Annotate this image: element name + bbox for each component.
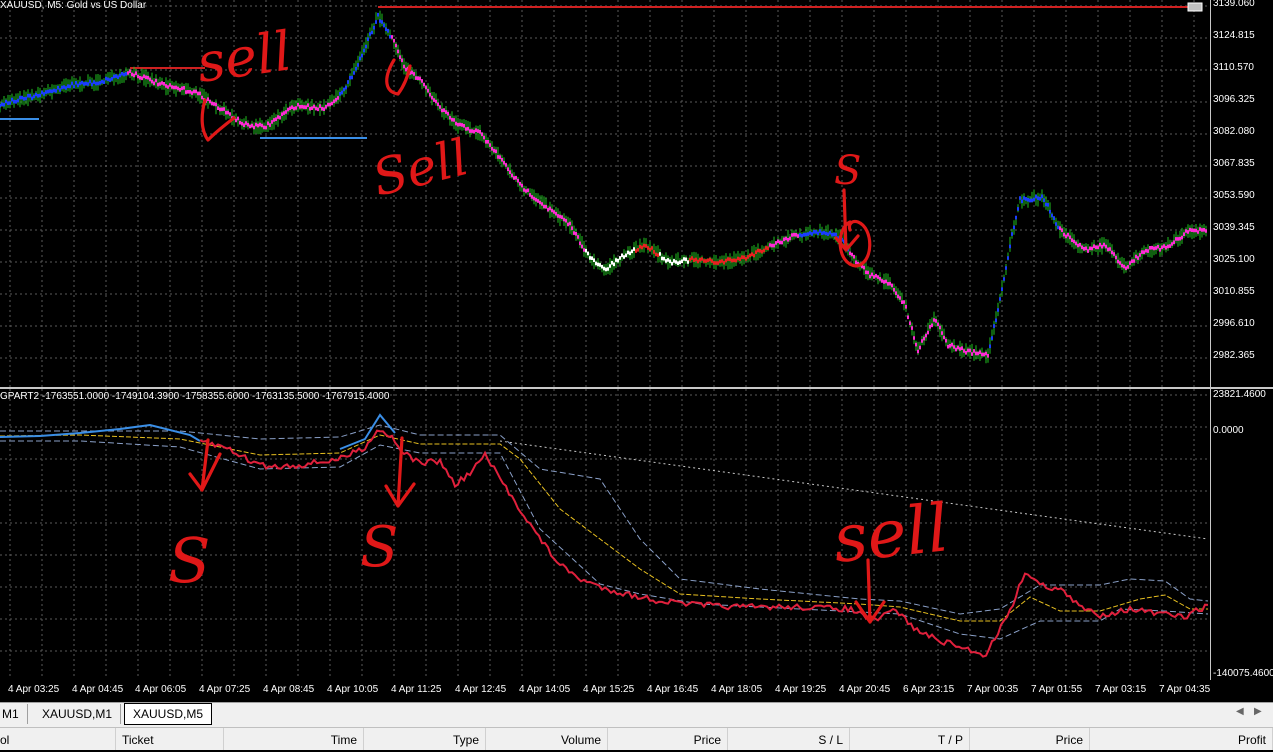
indicator-axis[interactable]: 23821.4600 0.0000 -140075.4600 (1211, 389, 1273, 680)
time-label: 4 Apr 07:25 (199, 684, 251, 695)
price-chart-pane[interactable]: XAUUSD, M5: Gold vs US Dollar (0, 0, 1210, 387)
column-header-symbol[interactable]: ol (0, 728, 116, 750)
price-tick: 2996.610 (1213, 318, 1255, 329)
candle-wicks (0, 10, 1207, 364)
time-label: 4 Apr 12:45 (455, 684, 507, 695)
time-label: 4 Apr 04:45 (72, 684, 124, 695)
chart-symbol-title: XAUUSD, M5: Gold vs US Dollar (0, 0, 147, 11)
price-tick: 3025.100 (1213, 254, 1255, 265)
time-label: 4 Apr 16:45 (647, 684, 699, 695)
indicator-tick: 0.0000 (1213, 425, 1244, 436)
column-header-type[interactable]: Type (364, 728, 486, 750)
price-marker-icon (1187, 2, 1203, 12)
column-header-price[interactable]: Price (608, 728, 728, 750)
time-label: 4 Apr 10:05 (327, 684, 379, 695)
price-tick: 3124.815 (1213, 30, 1255, 41)
time-label: 7 Apr 03:15 (1095, 684, 1147, 695)
column-header-current-price[interactable]: Price (970, 728, 1090, 750)
column-header-tp[interactable]: T / P (850, 728, 970, 750)
time-label: 4 Apr 11:25 (391, 684, 442, 695)
time-label: 4 Apr 14:05 (519, 684, 571, 695)
terminal-table-header: ol Ticket Time Type Volume Price S / L T… (0, 727, 1273, 750)
price-chart-canvas[interactable] (0, 0, 1210, 387)
tab-scroll-right-icon[interactable]: ▶ (1254, 706, 1262, 717)
column-header-ticket[interactable]: Ticket (116, 728, 224, 750)
price-tick: 3010.855 (1213, 286, 1255, 297)
chart-tabs-bar: M1 XAUUSD,M1 XAUUSD,M5 ◀ ▶ (0, 702, 1273, 727)
time-label: 4 Apr 03:25 (8, 684, 60, 695)
price-axis[interactable]: 3139.060 3124.815 3110.570 3096.325 3082… (1211, 0, 1273, 387)
indicator-title: GPART2 -1763551.0000 -1749104.3900 -1758… (0, 391, 390, 402)
price-tick: 3096.325 (1213, 94, 1255, 105)
indicator-upper-band (0, 424, 1209, 615)
time-label: 4 Apr 08:45 (263, 684, 315, 695)
price-tick: 3139.060 (1213, 0, 1255, 9)
tab-xauusd-m1[interactable]: XAUUSD,M1 (34, 704, 122, 724)
price-tick: 3067.835 (1213, 158, 1255, 169)
tab-xauusd-m5[interactable]: XAUUSD,M5 (124, 703, 213, 725)
time-label: 4 Apr 15:25 (583, 684, 635, 695)
tab-m1[interactable]: M1 (0, 704, 28, 724)
price-tick: 3039.345 (1213, 222, 1255, 233)
time-label: 4 Apr 06:05 (135, 684, 187, 695)
long-trend-line (499, 440, 1209, 540)
time-label: 6 Apr 23:15 (903, 684, 955, 695)
time-label: 7 Apr 00:35 (967, 684, 1019, 695)
indicator-tick: 23821.4600 (1213, 389, 1266, 400)
indicator-lower-band (0, 440, 1209, 640)
grid-lines (0, 0, 1210, 387)
time-label: 4 Apr 18:05 (711, 684, 763, 695)
column-header-sl[interactable]: S / L (728, 728, 850, 750)
price-tick: 2982.365 (1213, 350, 1255, 361)
column-header-volume[interactable]: Volume (486, 728, 608, 750)
indicator-tick: -140075.4600 (1213, 668, 1273, 679)
time-axis[interactable]: 4 Apr 03:25 4 Apr 04:45 4 Apr 06:05 4 Ap… (0, 680, 1273, 702)
oscillator-main-line (199, 429, 1209, 658)
price-tick: 3082.080 (1213, 126, 1255, 137)
time-label: 4 Apr 20:45 (839, 684, 891, 695)
indicator-canvas[interactable] (0, 389, 1210, 679)
price-tick: 3110.570 (1213, 62, 1254, 73)
tab-scroll-left-icon[interactable]: ◀ (1236, 706, 1244, 717)
indicator-pane[interactable]: GPART2 -1763551.0000 -1749104.3900 -1758… (0, 389, 1210, 679)
time-label: 7 Apr 01:55 (1031, 684, 1083, 695)
column-header-profit[interactable]: Profit (1090, 728, 1273, 750)
mt4-chart-window: XAUUSD, M5: Gold vs US Dollar GPART2 -17… (0, 0, 1273, 750)
price-tick: 3053.590 (1213, 190, 1255, 201)
time-label: 4 Apr 19:25 (775, 684, 827, 695)
time-label: 7 Apr 04:35 (1159, 684, 1211, 695)
column-header-time[interactable]: Time (224, 728, 364, 750)
